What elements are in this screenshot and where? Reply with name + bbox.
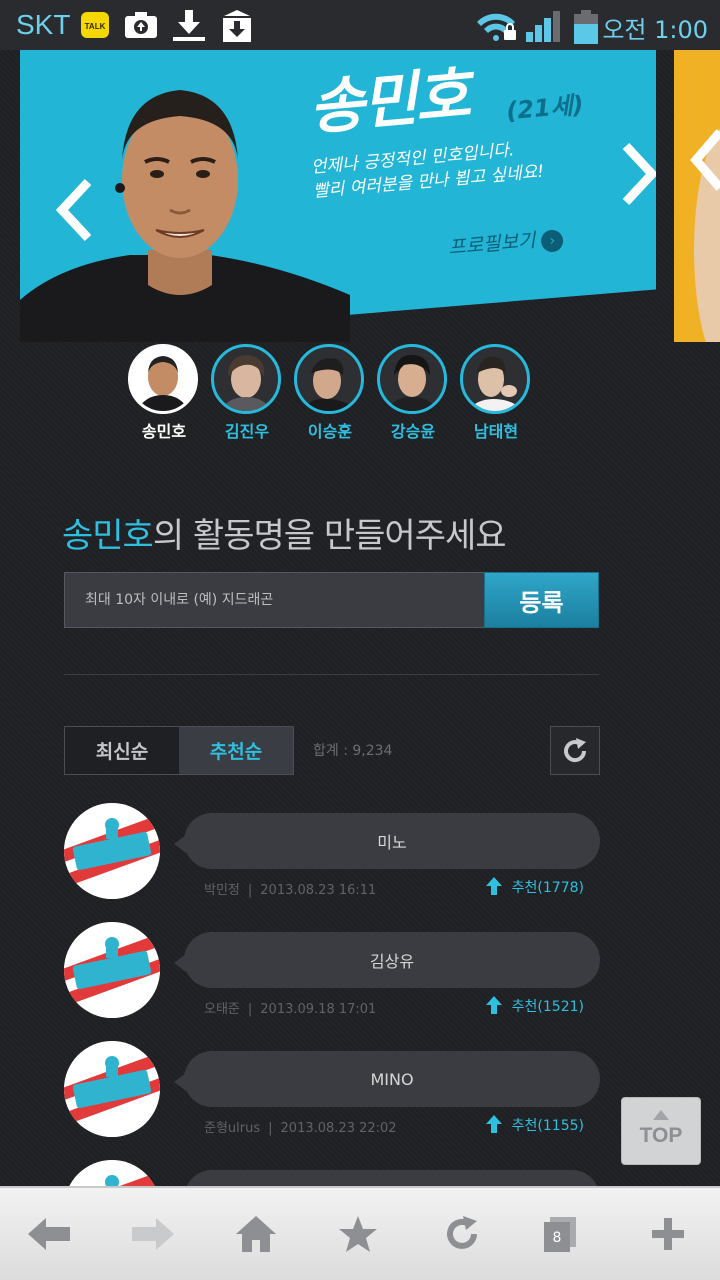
tab-recommended[interactable]: 추천순 xyxy=(179,727,293,774)
suggestion-text: MINO xyxy=(174,1051,600,1107)
top-label: TOP xyxy=(639,1124,683,1147)
list-item[interactable]: MINO 준형ulrus | 2013.08.23 22:02 추천(1155) xyxy=(64,1041,600,1151)
avatar xyxy=(128,344,198,414)
win-logo-icon xyxy=(64,803,160,899)
member-name: 김진우 xyxy=(224,422,270,441)
kakaotalk-icon: TALK xyxy=(80,10,110,40)
forward-button[interactable] xyxy=(122,1206,182,1262)
arrow-up-icon[interactable] xyxy=(486,996,502,1014)
member-avatar-1[interactable]: 송민호 xyxy=(128,344,200,442)
svg-text:TALK: TALK xyxy=(85,22,106,31)
svg-text:8: 8 xyxy=(553,1230,562,1246)
star-icon xyxy=(339,1216,377,1252)
suggestion-text: 미노 xyxy=(174,813,600,869)
scroll-top-button[interactable]: TOP xyxy=(621,1097,701,1165)
avatar xyxy=(294,344,364,414)
tabs-button[interactable]: 8 xyxy=(530,1206,590,1262)
reload-icon xyxy=(447,1216,477,1249)
separator: | xyxy=(247,883,253,898)
suggestion-text: 김상유 xyxy=(174,932,600,988)
home-icon xyxy=(236,1216,276,1252)
author: 준형ulrus xyxy=(204,1121,261,1136)
date: 2013.09.18 17:01 xyxy=(260,1002,377,1017)
home-button[interactable] xyxy=(226,1206,286,1262)
status-bar: SKT TALK 오전 1:00 xyxy=(0,0,720,50)
download-box-icon xyxy=(220,10,251,42)
chevron-right-icon: › xyxy=(540,229,565,253)
member-name: 남태현 xyxy=(473,422,519,441)
tabs-icon: 8 xyxy=(544,1217,576,1252)
separator: | xyxy=(247,1002,253,1017)
camera-upload-icon xyxy=(124,10,157,40)
suggestion-meta: 박민정 | 2013.08.23 16:11 xyxy=(204,879,376,898)
date: 2013.08.23 16:11 xyxy=(260,883,377,898)
avatar xyxy=(377,344,447,414)
submit-button[interactable]: 등록 xyxy=(484,572,599,628)
arrow-right-icon xyxy=(132,1218,174,1250)
member-avatar-3[interactable]: 이승훈 xyxy=(294,344,366,442)
avatar xyxy=(460,344,530,414)
clock: 오전 1:00 xyxy=(602,16,708,44)
download-icon xyxy=(172,10,205,41)
date: 2013.08.23 22:02 xyxy=(280,1121,397,1136)
nickname-input[interactable] xyxy=(64,572,485,628)
author: 오태준 xyxy=(204,1002,240,1017)
headline-member-name: 송민호 xyxy=(62,516,154,556)
refresh-icon xyxy=(564,737,587,762)
member-name: 이승훈 xyxy=(307,422,353,441)
win-logo-icon xyxy=(64,922,160,1018)
arrow-up-icon[interactable] xyxy=(486,877,502,895)
list-item[interactable]: 미노박민정 | 2013.08.23 16:11 추천(1778) xyxy=(64,803,600,913)
carrier-label: SKT xyxy=(16,9,71,40)
plus-icon xyxy=(652,1218,684,1250)
banner-member-age: (21세) xyxy=(505,90,585,126)
suggestion-meta: 준형ulrus | 2013.08.23 22:02 xyxy=(204,1117,397,1136)
list-item[interactable]: 김상유오태준 | 2013.09.18 17:01 추천(1521) xyxy=(64,922,600,1032)
signal-icon xyxy=(524,10,564,42)
new-tab-button[interactable] xyxy=(638,1206,698,1262)
next-banner-peek[interactable] xyxy=(674,50,720,342)
member-selector: 송민호 김진우 이승훈 강승윤 남태현 xyxy=(128,344,548,444)
recommend-count[interactable]: 추천(1778) xyxy=(512,877,584,897)
member-avatar-2[interactable]: 김진우 xyxy=(211,344,283,442)
avatar xyxy=(211,344,281,414)
screen: { "status_bar": { "carrier": "SKT", "tal… xyxy=(0,0,720,1280)
reload-button[interactable] xyxy=(432,1206,492,1262)
page-title: 송민호의 활동명을 만들어주세요 xyxy=(62,508,507,557)
next-arrow-icon[interactable] xyxy=(620,142,656,206)
next-banner-arrow-icon xyxy=(690,128,720,192)
browser-toolbar: 8 xyxy=(0,1186,720,1280)
prev-arrow-icon[interactable] xyxy=(54,178,94,242)
win-logo-icon xyxy=(64,1041,160,1137)
total-count: 합계 : 9,234 xyxy=(313,743,393,759)
wifi-lock-icon xyxy=(474,10,520,41)
suggestion-meta: 오태준 | 2013.09.18 17:01 xyxy=(204,998,376,1017)
member-avatar-5[interactable]: 남태현 xyxy=(460,344,532,442)
sort-tabs: 최신순 추천순 xyxy=(64,726,294,775)
author: 박민정 xyxy=(204,883,240,898)
back-button[interactable] xyxy=(20,1206,80,1262)
tab-latest[interactable]: 최신순 xyxy=(65,727,179,774)
arrow-up-icon[interactable] xyxy=(486,1115,502,1133)
banner-member-name: 송민호 xyxy=(306,60,472,144)
bookmark-button[interactable] xyxy=(328,1206,388,1262)
refresh-button[interactable] xyxy=(550,726,600,775)
arrow-up-icon xyxy=(653,1110,669,1120)
separator: | xyxy=(268,1121,273,1136)
member-name: 강승윤 xyxy=(390,422,436,441)
member-name: 송민호 xyxy=(141,422,187,441)
member-avatar-4[interactable]: 강승윤 xyxy=(377,344,449,442)
divider xyxy=(64,674,599,675)
headline-text: 의 활동명을 만들어주세요 xyxy=(152,516,507,556)
recommend-count[interactable]: 추천(1521) xyxy=(512,996,584,1016)
recommend-count[interactable]: 추천(1155) xyxy=(512,1115,584,1135)
battery-icon xyxy=(572,10,600,44)
profile-banner[interactable]: 송민호 (21세) 언제나 긍정적인 민호입니다. 빨리 여러분을 만나 뵙고 … xyxy=(20,50,656,342)
arrow-left-icon xyxy=(28,1218,70,1250)
